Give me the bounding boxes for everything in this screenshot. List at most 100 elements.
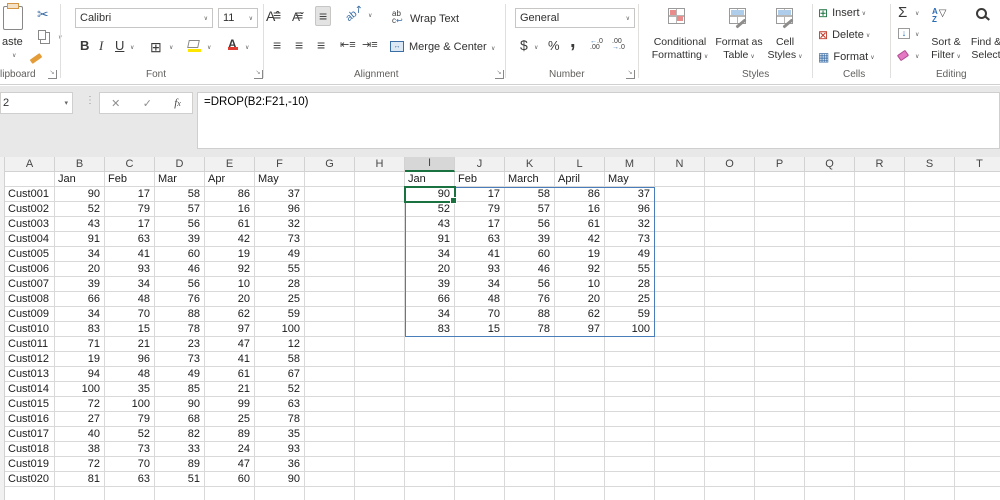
- cell[interactable]: Cust020: [5, 472, 55, 487]
- fill-color-icon[interactable]: [187, 40, 201, 52]
- cut-icon[interactable]: ✂: [37, 6, 49, 23]
- font-name-combo[interactable]: Calibri ∨: [75, 8, 213, 28]
- cell[interactable]: 52: [255, 382, 305, 397]
- cell[interactable]: 41: [105, 247, 155, 262]
- align-center-button[interactable]: ≡: [295, 36, 303, 54]
- column-header-C[interactable]: C: [105, 157, 155, 172]
- cell[interactable]: 91: [55, 232, 105, 247]
- cell[interactable]: 63: [105, 232, 155, 247]
- number-format-combo[interactable]: General ∨: [515, 8, 635, 28]
- cell[interactable]: Cust010: [5, 322, 55, 337]
- cell[interactable]: 90: [405, 187, 455, 202]
- wrap-text-button[interactable]: Wrap Text: [410, 13, 459, 25]
- column-header-D[interactable]: D: [155, 157, 205, 172]
- copy-icon[interactable]: [38, 30, 46, 40]
- clipboard-dialog-launcher[interactable]: ↘: [48, 70, 57, 79]
- cell[interactable]: 57: [155, 202, 205, 217]
- cell[interactable]: 66: [55, 292, 105, 307]
- paste-icon[interactable]: [3, 6, 23, 30]
- align-bottom-button[interactable]: ≡: [315, 6, 332, 26]
- cell[interactable]: 89: [205, 427, 255, 442]
- cell[interactable]: 56: [505, 277, 555, 292]
- cell[interactable]: 58: [505, 187, 555, 202]
- cell[interactable]: 90: [155, 397, 205, 412]
- cell[interactable]: 99: [205, 397, 255, 412]
- cell[interactable]: Cust011: [5, 337, 55, 352]
- cell[interactable]: 19: [555, 247, 605, 262]
- comma-style-icon[interactable]: ,: [570, 30, 576, 53]
- cell[interactable]: 76: [505, 292, 555, 307]
- cell[interactable]: 63: [455, 232, 505, 247]
- cell[interactable]: 86: [555, 187, 605, 202]
- cell[interactable]: 19: [55, 352, 105, 367]
- enter-icon[interactable]: ✓: [143, 97, 152, 110]
- insert-function-icon[interactable]: fx: [174, 97, 181, 109]
- cell[interactable]: 56: [155, 277, 205, 292]
- cell[interactable]: 93: [255, 442, 305, 457]
- cell[interactable]: 79: [455, 202, 505, 217]
- cell[interactable]: 72: [55, 397, 105, 412]
- cell[interactable]: 70: [105, 307, 155, 322]
- cell[interactable]: 39: [405, 277, 455, 292]
- cell[interactable]: 79: [105, 412, 155, 427]
- bold-button[interactable]: B: [80, 38, 89, 53]
- cell[interactable]: Cust019: [5, 457, 55, 472]
- underline-button[interactable]: U: [115, 38, 124, 53]
- cell[interactable]: 100: [55, 382, 105, 397]
- cell-styles-button[interactable]: Cell Styles ∨: [762, 36, 808, 64]
- cell[interactable]: 37: [605, 187, 655, 202]
- cell[interactable]: 66: [405, 292, 455, 307]
- cell[interactable]: Cust005: [5, 247, 55, 262]
- cell[interactable]: 55: [255, 262, 305, 277]
- cell[interactable]: 10: [555, 277, 605, 292]
- cell[interactable]: 58: [155, 187, 205, 202]
- cell[interactable]: 25: [205, 412, 255, 427]
- column-header-I[interactable]: I: [405, 157, 455, 172]
- cell[interactable]: Feb: [105, 172, 155, 187]
- cell[interactable]: 73: [605, 232, 655, 247]
- cell[interactable]: 70: [455, 307, 505, 322]
- decrease-indent-icon[interactable]: ⇤≡: [340, 38, 356, 51]
- cell[interactable]: 97: [555, 322, 605, 337]
- column-header-S[interactable]: S: [905, 157, 955, 172]
- cell[interactable]: 82: [155, 427, 205, 442]
- cell[interactable]: 32: [255, 217, 305, 232]
- cell[interactable]: 96: [105, 352, 155, 367]
- cell[interactable]: 25: [605, 292, 655, 307]
- cell[interactable]: 47: [205, 337, 255, 352]
- cancel-icon[interactable]: ✕: [111, 97, 120, 110]
- cell[interactable]: 93: [455, 262, 505, 277]
- cell[interactable]: 52: [55, 202, 105, 217]
- cell[interactable]: 39: [505, 232, 555, 247]
- column-header-B[interactable]: B: [55, 157, 105, 172]
- cell[interactable]: 76: [155, 292, 205, 307]
- cell[interactable]: 56: [155, 217, 205, 232]
- cell[interactable]: 61: [555, 217, 605, 232]
- cell[interactable]: 60: [205, 472, 255, 487]
- cell[interactable]: 34: [455, 277, 505, 292]
- cell[interactable]: 94: [55, 367, 105, 382]
- cell[interactable]: 48: [455, 292, 505, 307]
- cell[interactable]: 68: [155, 412, 205, 427]
- cell[interactable]: 28: [605, 277, 655, 292]
- increase-decimal-icon[interactable]: ←.0.00: [590, 38, 603, 51]
- cell[interactable]: 36: [255, 457, 305, 472]
- cell[interactable]: 92: [555, 262, 605, 277]
- cell[interactable]: 86: [205, 187, 255, 202]
- cell[interactable]: 34: [55, 247, 105, 262]
- cell[interactable]: 62: [555, 307, 605, 322]
- cell[interactable]: April: [555, 172, 605, 187]
- cell[interactable]: May: [255, 172, 305, 187]
- cell[interactable]: 100: [605, 322, 655, 337]
- cell[interactable]: 73: [255, 232, 305, 247]
- column-header-O[interactable]: O: [705, 157, 755, 172]
- merge-center-button[interactable]: Merge & Center: [409, 41, 487, 53]
- cell[interactable]: 17: [105, 187, 155, 202]
- align-middle-button[interactable]: ≡: [295, 6, 303, 24]
- cell[interactable]: 33: [155, 442, 205, 457]
- column-header-A[interactable]: A: [5, 157, 55, 172]
- cell[interactable]: 20: [205, 292, 255, 307]
- cell[interactable]: 52: [105, 427, 155, 442]
- formula-input[interactable]: =DROP(B2:F21,-10): [197, 92, 1000, 149]
- format-cells-button[interactable]: ▦ Format ∨: [818, 50, 875, 64]
